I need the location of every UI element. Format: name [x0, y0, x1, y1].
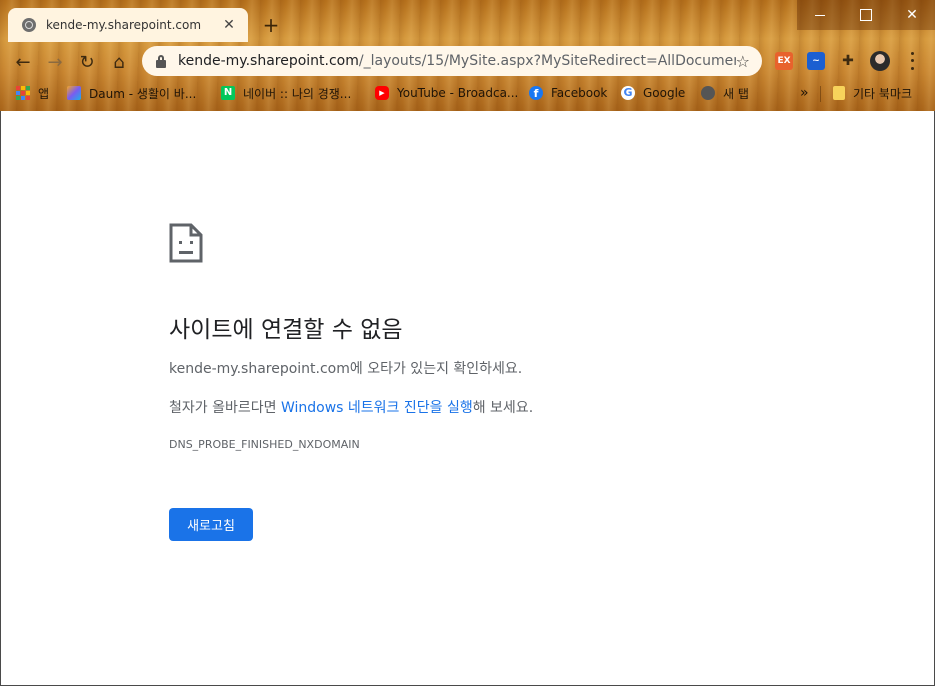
sad-document-icon	[169, 223, 203, 263]
error-host: kende-my.sharepoint.com	[169, 361, 350, 377]
profile-avatar[interactable]	[870, 51, 890, 71]
maximize-button[interactable]	[843, 0, 889, 30]
bookmarks-divider	[820, 86, 821, 102]
url-host: kende-my.sharepoint.com	[178, 53, 359, 69]
forward-button[interactable]: →	[42, 49, 68, 75]
error-line2-prefix: 철자가 올바르다면	[169, 400, 281, 416]
menu-icon[interactable]	[905, 50, 919, 72]
bookmark-label: 기타 북마크	[853, 86, 913, 101]
address-bar[interactable]: kende-my.sharepoint.com/_layouts/15/MySi…	[142, 46, 762, 76]
home-button[interactable]: ⌂	[106, 49, 132, 75]
bookmark-label: 앱	[38, 86, 50, 101]
error-suggestion-diagnostics: 철자가 올바르다면 Windows 네트워크 진단을 실행해 보세요.	[169, 397, 533, 417]
bookmark-label: Facebook	[551, 86, 608, 100]
bookmarks-overflow-chevron-icon[interactable]: »	[800, 84, 809, 102]
page-content: 사이트에 연결할 수 없음 kende-my.sharepoint.com에 오…	[0, 111, 935, 686]
lock-icon[interactable]	[154, 54, 168, 68]
wave-extension-icon[interactable]: ~	[807, 52, 825, 70]
bookmark-google[interactable]: G Google	[621, 84, 685, 102]
bookmark-star-icon[interactable]: ☆	[736, 52, 750, 71]
network-diagnostics-link[interactable]: Windows 네트워크 진단을 실행	[281, 400, 473, 416]
bookmark-youtube[interactable]: ▶ YouTube - Broadca...	[375, 84, 518, 102]
bookmark-label: Google	[643, 86, 686, 100]
close-window-button[interactable]: ✕	[889, 0, 935, 30]
bookmark-apps[interactable]: 앱	[16, 84, 49, 102]
google-icon: G	[621, 86, 635, 100]
url-path: /_layouts/15/MySite.aspx?MySiteRedirect=…	[358, 53, 736, 69]
bookmark-facebook[interactable]: f Facebook	[529, 84, 607, 102]
daum-icon	[67, 86, 81, 100]
bookmark-label: 새 탭	[723, 86, 749, 101]
globe-icon	[701, 86, 715, 100]
minimize-icon	[815, 14, 825, 16]
new-tab-button[interactable]: +	[260, 12, 282, 38]
active-tab[interactable]: kende-my.sharepoint.com ✕	[8, 8, 248, 42]
bookmark-label: Daum - 생활이 바...	[89, 86, 197, 101]
bookmark-new-tab[interactable]: 새 탭	[701, 84, 749, 102]
bookmark-label: 네이버 :: 나의 경쟁...	[243, 86, 352, 101]
minimize-button[interactable]	[797, 0, 843, 30]
url-text[interactable]: kende-my.sharepoint.com/_layouts/15/MySi…	[178, 53, 736, 69]
bookmarks-bar: 앱 Daum - 생활이 바... N 네이버 :: 나의 경쟁... ▶ Yo…	[0, 80, 935, 106]
folder-icon	[833, 86, 845, 100]
browser-frame: kende-my.sharepoint.com ✕ + ✕ ← → ↻ ⌂ ke…	[0, 0, 935, 111]
back-button[interactable]: ←	[10, 49, 36, 75]
bookmark-other-folder[interactable]: 기타 북마크	[833, 84, 912, 102]
apps-grid-icon	[16, 86, 30, 100]
facebook-icon: f	[529, 86, 543, 100]
error-suggestion-spelling: kende-my.sharepoint.com에 오타가 있는지 확인하세요.	[169, 358, 522, 378]
youtube-icon: ▶	[375, 86, 389, 100]
naver-icon: N	[221, 86, 235, 100]
globe-icon	[22, 18, 36, 32]
bookmark-label: YouTube - Broadca...	[397, 86, 519, 100]
maximize-icon	[860, 9, 872, 21]
error-title: 사이트에 연결할 수 없음	[169, 317, 403, 343]
ex-extension-icon[interactable]: EX	[775, 52, 793, 70]
error-line2-suffix: 해 보세요.	[472, 400, 534, 416]
bookmark-daum[interactable]: Daum - 생활이 바...	[67, 84, 196, 102]
tab-close-icon[interactable]: ✕	[220, 17, 238, 33]
tab-title: kende-my.sharepoint.com	[46, 18, 202, 32]
reload-button[interactable]: ↻	[74, 49, 100, 75]
reload-page-button[interactable]: 새로고침	[169, 508, 253, 541]
error-code: DNS_PROBE_FINISHED_NXDOMAIN	[169, 438, 360, 451]
error-line1-text: 에 오타가 있는지 확인하세요.	[349, 361, 523, 377]
puzzle-extension-icon[interactable]: ✚	[839, 52, 857, 70]
bookmark-naver[interactable]: N 네이버 :: 나의 경쟁...	[221, 84, 351, 102]
toolbar: ← → ↻ ⌂ kende-my.sharepoint.com/_layouts…	[0, 42, 935, 80]
